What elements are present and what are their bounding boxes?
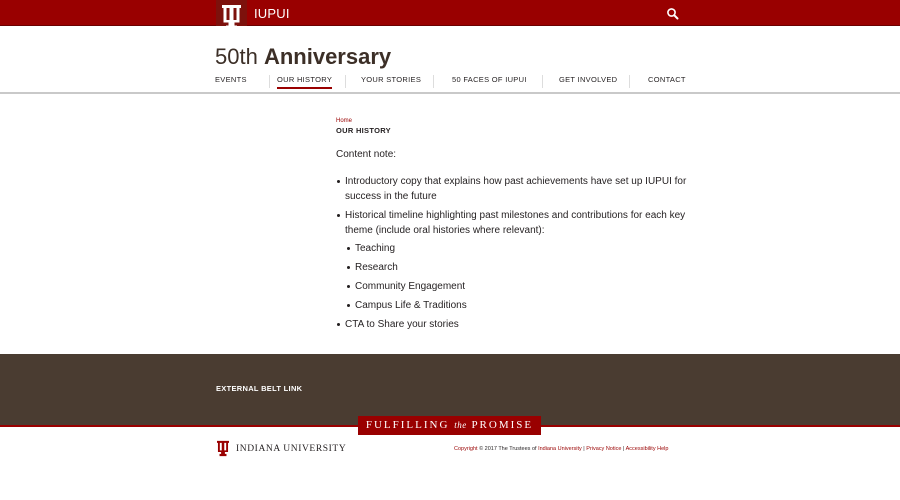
list-item: Introductory copy that explains how past…: [337, 174, 696, 204]
copyright-text: © 2017 The Trustees of: [477, 446, 539, 452]
site-footer: INDIANA UNIVERSITY Copyright © 2017 The …: [0, 427, 900, 500]
nav-item-events[interactable]: EVENTS: [215, 75, 247, 89]
accessibility-help-link[interactable]: Accessibility Help: [626, 446, 669, 452]
content-note: Content note:: [336, 149, 397, 160]
list-item-text: Introductory copy that explains how past…: [345, 176, 687, 202]
nav-divider: [433, 75, 434, 88]
list-item-text: CTA to Share your stories: [345, 319, 459, 330]
list-item: Historical timeline highlighting past mi…: [337, 208, 696, 313]
list-item: CTA to Share your stories: [337, 317, 696, 332]
external-belt: EXTERNAL BELT LINK: [0, 354, 900, 425]
content-list: Introductory copy that explains how past…: [336, 174, 696, 332]
nav-divider: [345, 75, 346, 88]
nav-divider: [542, 75, 543, 88]
main-content: Home OUR HISTORY Content note: Introduct…: [336, 118, 696, 336]
list-item-text: Historical timeline highlighting past mi…: [345, 210, 686, 236]
footer-legal: Copyright © 2017 The Trustees of Indiana…: [454, 446, 668, 452]
title-light: 50th: [215, 44, 258, 69]
breadcrumb-home[interactable]: Home: [336, 118, 696, 124]
university-name[interactable]: INDIANA UNIVERSITY: [236, 444, 346, 454]
nav-item-your-stories[interactable]: YOUR STORIES: [361, 75, 421, 89]
page-title: OUR HISTORY: [336, 126, 391, 135]
copyright-link[interactable]: Copyright: [454, 446, 478, 452]
promise-word: FULFILLING: [365, 419, 450, 431]
promise-word: PROMISE: [471, 419, 534, 431]
sub-list-item: Research: [347, 260, 696, 275]
main-nav: EVENTS OUR HISTORY YOUR STORIES 50 FACES…: [215, 75, 685, 95]
site-title[interactable]: 50th Anniversary: [215, 44, 391, 70]
sub-list-item: Teaching: [347, 241, 696, 256]
site-header: 50th Anniversary EVENTS OUR HISTORY YOUR…: [0, 26, 900, 94]
fulfilling-the-promise-banner[interactable]: FULFILLING the PROMISE: [358, 416, 541, 435]
privacy-notice-link[interactable]: Privacy Notice: [586, 446, 621, 452]
nav-item-50-faces[interactable]: 50 FACES OF IUPUI: [452, 75, 527, 89]
sub-list: Teaching Research Community Engagement C…: [345, 241, 696, 313]
iu-link[interactable]: Indiana University: [538, 446, 582, 452]
nav-divider: [269, 75, 270, 88]
search-icon[interactable]: [666, 7, 680, 21]
external-belt-link[interactable]: EXTERNAL BELT LINK: [216, 384, 302, 393]
nav-item-contact[interactable]: CONTACT: [648, 75, 686, 89]
iu-trident-icon[interactable]: [217, 440, 229, 462]
nav-item-get-involved[interactable]: GET INVOLVED: [559, 75, 617, 89]
title-bold: Anniversary: [263, 44, 392, 69]
sub-list-item: Campus Life & Traditions: [347, 298, 696, 313]
top-bar: IUPUI: [0, 0, 900, 35]
promise-word: the: [454, 420, 467, 430]
nav-divider: [629, 75, 630, 88]
sub-list-item: Community Engagement: [347, 279, 696, 294]
site-name[interactable]: IUPUI: [254, 6, 290, 21]
nav-item-our-history[interactable]: OUR HISTORY: [277, 75, 333, 89]
